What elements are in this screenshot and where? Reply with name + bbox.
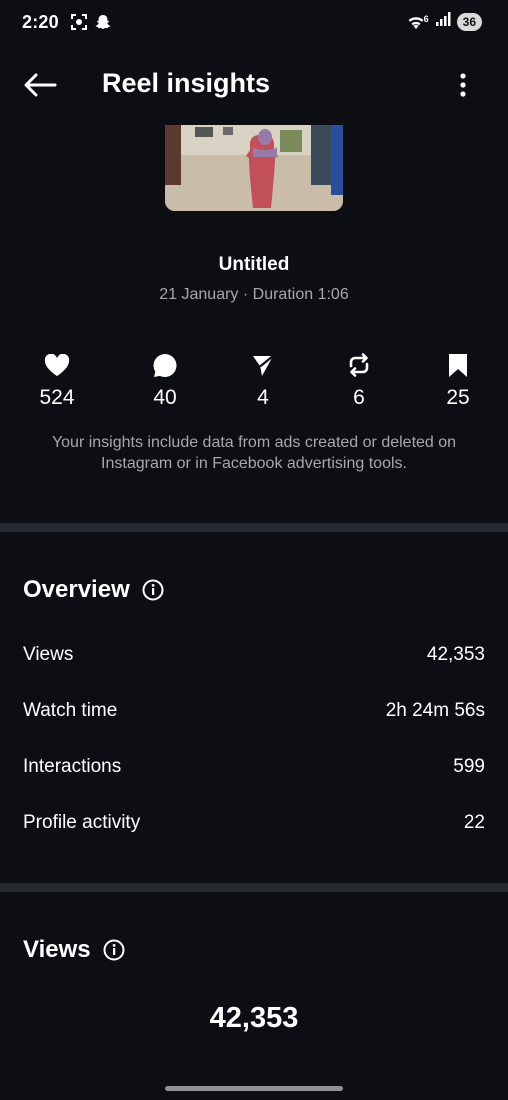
- overview-heading: Overview: [23, 576, 164, 604]
- signal-icon: [435, 12, 451, 31]
- row-label: Profile activity: [23, 812, 141, 833]
- reel-title: Untitled: [218, 254, 290, 275]
- overview-title: Overview: [23, 576, 130, 603]
- heart-icon: [17, 352, 97, 378]
- overview-row-interactions[interactable]: Interactions 599: [23, 756, 485, 778]
- likes-count: 524: [39, 386, 75, 409]
- views-heading: Views: [23, 936, 125, 964]
- row-label: Views: [23, 644, 74, 665]
- stat-shares: 4: [223, 352, 303, 410]
- views-title: Views: [23, 936, 91, 963]
- reel-thumbnail[interactable]: [165, 125, 343, 211]
- row-label: Interactions: [23, 756, 122, 777]
- row-value: 22: [463, 812, 485, 833]
- snapchat-icon: [94, 13, 112, 36]
- repost-icon: [319, 352, 399, 378]
- status-left-icons: [70, 13, 112, 36]
- wifi-icon: 6: [406, 14, 429, 30]
- reposts-count: 6: [353, 386, 365, 409]
- row-value: 2h 24m 56s: [385, 700, 485, 721]
- reel-meta: 21 January · Duration 1:06: [159, 286, 349, 303]
- arrow-left-icon: [23, 73, 57, 102]
- more-vertical-icon: [460, 72, 466, 102]
- more-options-button[interactable]: [448, 70, 478, 104]
- home-indicator[interactable]: [165, 1086, 343, 1091]
- shares-count: 4: [257, 386, 269, 409]
- stat-saves: 25: [418, 352, 498, 410]
- status-right-icons: 6 36: [406, 12, 482, 31]
- page-title: Reel insights: [102, 68, 271, 98]
- battery-indicator: 36: [456, 12, 482, 31]
- screenshot-icon: [70, 13, 88, 36]
- saves-count: 25: [446, 386, 470, 409]
- section-divider: [0, 883, 508, 892]
- stat-comments: 40: [125, 352, 205, 410]
- views-total: 42,353: [209, 1002, 299, 1034]
- info-icon[interactable]: [142, 579, 164, 601]
- back-button[interactable]: [20, 70, 60, 104]
- wifi-badge: 6: [423, 13, 429, 24]
- stat-likes: 524: [17, 352, 97, 410]
- status-time: 2:20: [22, 12, 59, 32]
- section-divider: [0, 523, 508, 532]
- info-icon[interactable]: [103, 939, 125, 961]
- stat-reposts: 6: [319, 352, 399, 410]
- row-label: Watch time: [23, 700, 118, 721]
- send-icon: [223, 352, 303, 378]
- comment-icon: [125, 352, 205, 378]
- row-value: 599: [453, 756, 485, 777]
- bookmark-icon: [418, 352, 498, 378]
- overview-row-views[interactable]: Views 42,353: [23, 644, 485, 666]
- ads-insights-notice: Your insights include data from ads crea…: [51, 434, 457, 472]
- comments-count: 40: [153, 386, 177, 409]
- overview-row-profile-activity[interactable]: Profile activity 22: [23, 812, 485, 834]
- row-value: 42,353: [426, 644, 485, 665]
- overview-row-watch-time[interactable]: Watch time 2h 24m 56s: [23, 700, 485, 722]
